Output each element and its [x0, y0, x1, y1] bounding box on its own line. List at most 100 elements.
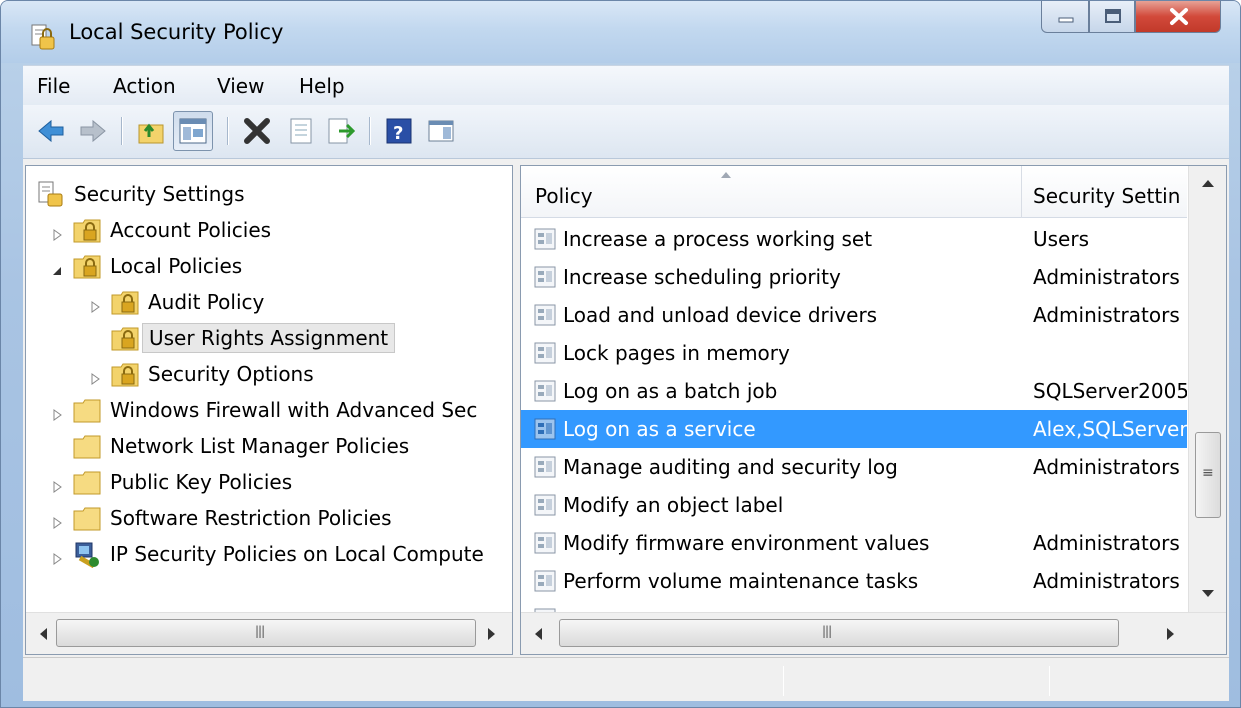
scroll-up-arrow-icon[interactable] — [1202, 180, 1214, 187]
policy-icon — [533, 303, 559, 327]
policy-setting: Administrators — [1033, 455, 1180, 479]
folder-icon — [72, 468, 102, 496]
expand-arrow-icon[interactable] — [50, 547, 64, 565]
tree-item-label-selected: User Rights Assignment — [142, 323, 396, 353]
scroll-down-arrow-icon[interactable] — [1202, 590, 1214, 597]
list-row[interactable]: Increase scheduling priority Administrat… — [521, 258, 1187, 296]
svg-text:?: ? — [393, 123, 403, 144]
properties-icon[interactable] — [285, 115, 317, 147]
list-horizontal-scroll-thumb[interactable]: ||| — [559, 619, 1119, 647]
list-row[interactable]: Manage auditing and security log Adminis… — [521, 448, 1187, 486]
forward-arrow-icon[interactable] — [77, 115, 109, 147]
folder-icon — [72, 504, 102, 532]
ip-security-icon — [72, 540, 102, 569]
tree-item-ip-security-policies[interactable]: IP Security Policies on Local Compute — [50, 536, 484, 572]
tree-item-public-key-policies[interactable]: Public Key Policies — [50, 464, 292, 500]
help-icon[interactable]: ? — [383, 115, 415, 147]
tree-horizontal-scroll-thumb[interactable]: ||| — [56, 619, 476, 647]
tree-item-account-policies[interactable]: Account Policies — [50, 212, 271, 248]
policy-name: Increase scheduling priority — [563, 265, 841, 289]
list-horizontal-scrollbar[interactable]: ||| — [521, 612, 1226, 654]
status-bar — [23, 657, 1229, 701]
folder-lock-icon — [72, 252, 102, 280]
folder-lock-icon — [72, 216, 102, 244]
tree-item-network-list-manager[interactable]: Network List Manager Policies — [72, 428, 409, 464]
expand-arrow-icon[interactable] — [50, 403, 64, 421]
tree-item-label: Network List Manager Policies — [110, 434, 410, 458]
close-icon — [1170, 8, 1188, 25]
column-divider[interactable] — [1021, 166, 1022, 218]
console-tree: Security Settings Account Policies Local… — [25, 165, 513, 655]
expand-arrow-icon[interactable] — [50, 511, 64, 529]
title-bar[interactable]: Local Security Policy — [1, 1, 1240, 63]
list-row[interactable]: Increase a process working set Users — [521, 220, 1187, 258]
list-row[interactable]: Modify an object label — [521, 486, 1187, 524]
policy-setting: Administrators — [1033, 569, 1180, 593]
column-header-security-setting[interactable]: Security Settin — [1033, 184, 1187, 208]
policy-name: Modify an object label — [563, 493, 784, 517]
minimize-icon — [1058, 17, 1074, 23]
status-divider — [783, 666, 784, 696]
scroll-right-arrow-icon[interactable] — [1167, 628, 1174, 640]
policy-setting: Administrators — [1033, 531, 1180, 555]
sort-ascending-icon — [721, 172, 731, 178]
scroll-left-arrow-icon[interactable] — [535, 628, 542, 640]
policy-icon — [533, 341, 559, 365]
tree-item-audit-policy[interactable]: Audit Policy — [88, 284, 264, 320]
policy-setting: Administrators — [1033, 265, 1180, 289]
status-divider — [1049, 666, 1050, 696]
tree-item-label: Account Policies — [110, 218, 272, 242]
grip-icon: ≡ — [1202, 465, 1214, 481]
tree-item-label: Audit Policy — [148, 290, 265, 314]
menu-help[interactable]: Help — [299, 74, 345, 98]
export-list-icon[interactable] — [325, 115, 357, 147]
tree-item-security-settings[interactable]: Security Settings — [36, 176, 245, 212]
close-button[interactable] — [1135, 1, 1221, 33]
tree-item-software-restriction[interactable]: Software Restriction Policies — [50, 500, 392, 536]
menu-action[interactable]: Action — [113, 74, 176, 98]
list-vertical-scroll-thumb[interactable]: ≡ — [1195, 432, 1221, 518]
toolbar-separator — [121, 117, 123, 145]
show-action-pane-icon[interactable] — [425, 115, 457, 147]
list-header: Policy Security Settin — [521, 166, 1187, 218]
back-arrow-icon[interactable] — [35, 115, 67, 147]
tree-horizontal-scrollbar[interactable]: ||| — [26, 612, 512, 654]
expand-arrow-icon[interactable] — [50, 223, 64, 241]
expand-arrow-icon[interactable] — [88, 295, 102, 313]
list-row[interactable]: Log on as a batch job SQLServer2005 — [521, 372, 1187, 410]
list-row[interactable]: Lock pages in memory — [521, 334, 1187, 372]
list-row-partial[interactable] — [521, 600, 1187, 612]
list-row[interactable]: Perform volume maintenance tasks Adminis… — [521, 562, 1187, 600]
minimize-button[interactable] — [1041, 1, 1089, 33]
column-header-policy[interactable]: Policy — [535, 184, 593, 208]
list-row[interactable]: Load and unload device drivers Administr… — [521, 296, 1187, 334]
list-row[interactable]: Modify firmware environment values Admin… — [521, 524, 1187, 562]
list-row-selected[interactable]: Log on as a service Alex,SQLServer — [521, 410, 1187, 448]
scroll-left-arrow-icon[interactable] — [40, 628, 47, 640]
tree-item-label: Security Options — [148, 362, 314, 386]
tree-item-security-options[interactable]: Security Options — [88, 356, 314, 392]
tree-item-local-policies[interactable]: Local Policies — [50, 248, 242, 284]
expand-arrow-icon[interactable] — [88, 367, 102, 385]
policy-name: Modify firmware environment values — [563, 531, 930, 555]
menu-view[interactable]: View — [217, 74, 264, 98]
expand-arrow-icon[interactable] — [50, 475, 64, 493]
policy-icon — [533, 531, 559, 555]
tree-item-user-rights-assignment[interactable]: User Rights Assignment — [110, 320, 396, 356]
tree-item-label: Windows Firewall with Advanced Sec — [110, 398, 478, 422]
folder-lock-icon — [110, 288, 140, 316]
policy-icon — [533, 417, 559, 441]
scroll-right-arrow-icon[interactable] — [488, 628, 495, 640]
maximize-button[interactable] — [1089, 1, 1135, 33]
policy-name: Log on as a service — [563, 417, 756, 441]
menu-file[interactable]: File — [37, 74, 70, 98]
collapse-arrow-icon[interactable] — [50, 259, 64, 275]
policy-name: Increase a process working set — [563, 227, 873, 251]
list-vertical-scrollbar[interactable]: ≡ — [1188, 166, 1226, 612]
show-hide-tree-icon — [177, 115, 209, 147]
policy-icon — [533, 493, 559, 517]
policy-name: Log on as a batch job — [563, 379, 778, 403]
tree-item-windows-firewall[interactable]: Windows Firewall with Advanced Sec — [50, 392, 477, 428]
delete-icon[interactable] — [241, 115, 273, 147]
up-folder-icon[interactable] — [135, 115, 167, 147]
